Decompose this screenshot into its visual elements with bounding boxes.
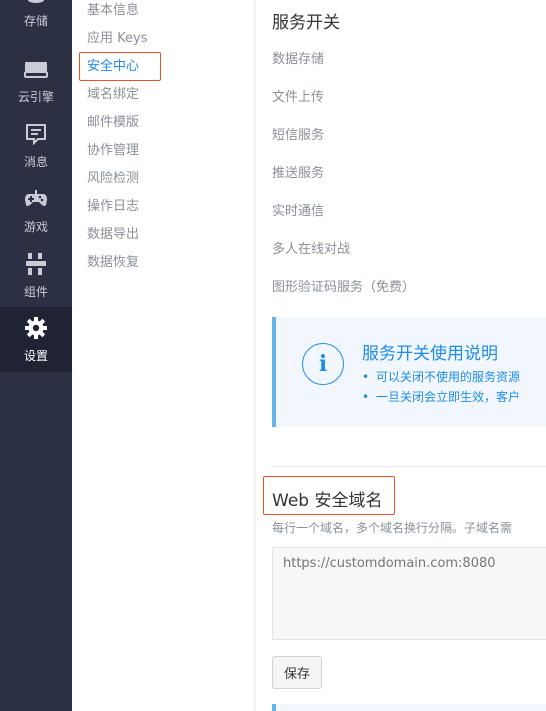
submenu-item-collaboration[interactable]: 协作管理 [87,141,139,161]
submenu-item-risk-detection[interactable]: 风险检测 [87,169,139,189]
info-line: • 一旦关闭会立即生效，客户 [362,388,520,405]
web-domain-input[interactable] [272,547,546,640]
rail-item-message[interactable]: 消息 [0,113,72,178]
service-row-data-storage: 数据存储 [272,52,325,67]
rail-item-cloud-engine[interactable]: 云引擎 [0,48,72,113]
rail-item-settings[interactable]: 设置 [0,307,72,372]
submenu-item-data-recovery[interactable]: 数据恢复 [87,253,139,273]
rail-item-label: 组件 [23,285,48,299]
submenu-item-basic-info[interactable]: 基本信息 [87,1,139,21]
next-info-box [272,704,546,711]
service-row-sms: 短信服务 [272,128,325,143]
rail-item-label: 设置 [23,349,48,363]
submenu-item-operation-log[interactable]: 操作日志 [87,197,139,217]
service-row-realtime: 实时通信 [272,204,325,219]
bullet-icon: • [362,390,370,404]
web-domain-hint: 每行一个域名，多个域名换行分隔。子域名需 [272,521,513,535]
rail-item-components[interactable]: 组件 [0,243,72,308]
main-content: 服务开关 数据存储 文件上传 短信服务 推送服务 实时通信 多人在线对战 图形验… [256,0,546,711]
section-divider [272,466,546,467]
services-title: 服务开关 [272,13,340,33]
submenu-item-app-keys[interactable]: 应用 Keys [87,29,147,49]
submenu-item-email-templates[interactable]: 邮件模版 [87,113,139,133]
service-row-push: 推送服务 [272,166,325,181]
settings-submenu: 基本信息 应用 Keys 安全中心 域名绑定 邮件模版 协作管理 风险检测 操作… [72,0,255,711]
cloud-engine-icon [23,56,49,82]
info-title: 服务开关使用说明 [362,344,498,364]
service-row-captcha: 图形验证码服务（免费） [272,280,416,295]
rail-item-label: 存储 [23,14,48,28]
service-row-multiplayer: 多人在线对战 [272,242,351,257]
main-nav-rail: 存储 云引擎 消息 游戏 组件 设置 [0,0,72,711]
gamepad-icon [23,186,49,212]
rail-item-storage[interactable]: 存储 [0,0,72,37]
info-line: • 可以关闭不使用的服务资源 [362,368,520,385]
service-row-file-upload: 文件上传 [272,90,325,105]
save-button[interactable]: 保存 [272,656,322,689]
submenu-item-data-export[interactable]: 数据导出 [87,225,139,245]
info-icon: i [302,343,344,385]
message-icon [23,121,49,147]
submenu-item-security-center[interactable]: 安全中心 [87,57,139,77]
info-line-text: 一旦关闭会立即生效，客户 [376,390,521,404]
submenu-item-domain-binding[interactable]: 域名绑定 [87,85,139,105]
components-icon [23,251,49,277]
web-domain-title: Web 安全域名 [272,491,383,511]
database-icon [23,0,49,6]
rail-item-label: 云引擎 [17,90,54,104]
rail-item-label: 游戏 [23,220,48,234]
rail-item-label: 消息 [23,155,48,169]
gear-icon [23,315,49,341]
bullet-icon: • [362,370,370,384]
rail-item-game[interactable]: 游戏 [0,178,72,243]
services-info-box: i 服务开关使用说明 • 可以关闭不使用的服务资源 • 一旦关闭会立即生效，客户 [272,317,546,427]
info-line-text: 可以关闭不使用的服务资源 [376,370,521,384]
